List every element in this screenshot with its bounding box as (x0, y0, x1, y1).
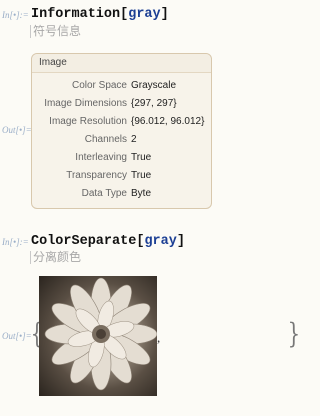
output-label: Out[•]= (2, 125, 32, 135)
info-row: Image Resolution {96.012, 96.012} (32, 113, 213, 131)
argument: gray (144, 234, 177, 249)
info-row: Image Dimensions {297, 297} (32, 95, 213, 113)
info-key: Channels (84, 134, 127, 145)
info-key: Data Type (81, 188, 127, 199)
info-value: 2 (131, 134, 137, 145)
panel-title: Image (32, 54, 211, 73)
info-row: Transparency True (32, 167, 213, 185)
info-value: {96.012, 96.012} (131, 116, 205, 127)
info-value: Byte (131, 188, 152, 199)
input-code[interactable]: Information[gray] (31, 7, 169, 22)
info-value: True (131, 152, 152, 163)
info-value: Grayscale (131, 80, 177, 91)
info-key: Transparency (66, 170, 127, 181)
argument: gray (128, 7, 161, 22)
input-code[interactable]: ColorSeparate[gray] (31, 234, 185, 249)
output-label: Out[•]= (2, 331, 32, 341)
info-row: Interleaving True (32, 149, 213, 167)
function-name: ColorSeparate (31, 234, 137, 249)
info-key: Image Dimensions (44, 98, 127, 109)
info-value: True (131, 170, 152, 181)
close-brace: } (287, 317, 301, 350)
flower-image[interactable] (39, 276, 157, 396)
image-info-panel: Image Color Space Grayscale Image Dimens… (31, 53, 212, 209)
code-hint[interactable]: 符号信息 (30, 25, 81, 38)
info-row: Channels 2 (32, 131, 213, 149)
code-hint[interactable]: 分离颜色 (30, 251, 81, 264)
info-row: Data Type Byte (32, 185, 213, 203)
flower-graphic (44, 277, 157, 391)
info-key: Interleaving (75, 152, 127, 163)
list-separator: , (157, 330, 161, 345)
input-label: In[•]:= (2, 237, 29, 247)
function-name: Information (31, 7, 121, 22)
info-value: {297, 297} (131, 98, 177, 109)
input-label: In[•]:= (2, 10, 29, 20)
info-key: Image Resolution (49, 116, 127, 127)
info-row: Color Space Grayscale (32, 77, 213, 95)
info-key: Color Space (71, 80, 127, 91)
